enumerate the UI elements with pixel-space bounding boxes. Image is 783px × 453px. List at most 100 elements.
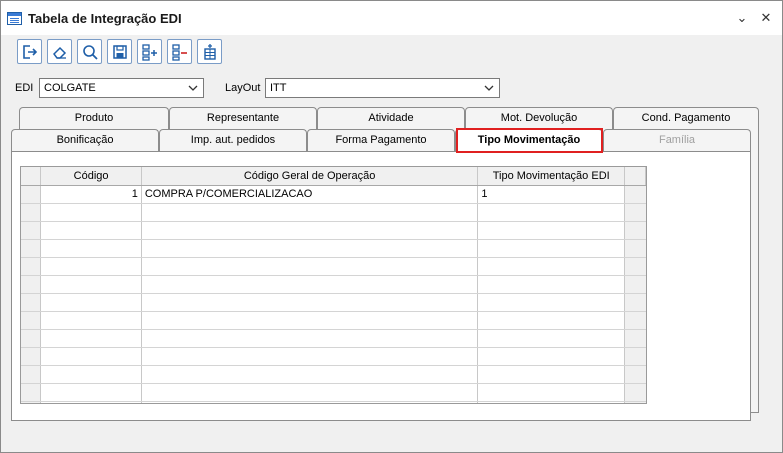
column-header-codigo-geral-operacao[interactable]: Código Geral de Operação — [141, 167, 479, 186]
empty-row[interactable] — [21, 365, 646, 384]
empty-row[interactable] — [21, 257, 646, 276]
cell-codigo-geral-operacao[interactable] — [141, 257, 479, 276]
tab-atividade[interactable]: Atividade — [317, 107, 465, 129]
cell-tipo-movimentacao-edi[interactable] — [477, 347, 626, 366]
tab-bonificacao[interactable]: Bonificação — [11, 129, 159, 151]
cell-codigo-geral-operacao[interactable] — [141, 221, 479, 240]
empty-row[interactable] — [21, 347, 646, 366]
empty-row[interactable] — [21, 311, 646, 330]
row-indicator[interactable] — [21, 239, 42, 258]
cell-tipo-movimentacao-edi[interactable] — [477, 221, 626, 240]
row-indicator[interactable] — [21, 293, 42, 312]
layout-select-value: ITT — [270, 82, 287, 94]
tab-forma-pagamento[interactable]: Forma Pagamento — [307, 129, 455, 151]
window-app-icon — [7, 12, 22, 25]
row-indicator[interactable] — [21, 311, 42, 330]
data-grid[interactable]: Código Código Geral de Operação Tipo Mov… — [20, 166, 647, 404]
cell-codigo-geral-operacao[interactable] — [141, 311, 479, 330]
cell-codigo[interactable] — [40, 383, 142, 402]
cell-codigo[interactable] — [40, 257, 142, 276]
cell-codigo[interactable] — [40, 239, 142, 258]
row-filler — [624, 347, 646, 366]
cell-tipo-movimentacao-edi[interactable] — [477, 257, 626, 276]
cell-tipo-movimentacao-edi[interactable] — [477, 275, 626, 294]
row-indicator[interactable] — [21, 383, 42, 402]
layout-select[interactable]: ITT — [265, 78, 500, 98]
cell-codigo[interactable] — [40, 311, 142, 330]
cell-codigo-geral-operacao[interactable] — [141, 401, 479, 403]
add-row-button[interactable] — [137, 39, 162, 64]
cell-codigo[interactable]: 1 — [40, 185, 142, 204]
cell-codigo-geral-operacao[interactable] — [141, 203, 479, 222]
search-button[interactable] — [77, 39, 102, 64]
cell-codigo[interactable] — [40, 401, 142, 403]
row-indicator[interactable] — [21, 257, 42, 276]
empty-row[interactable] — [21, 221, 646, 240]
empty-row[interactable] — [21, 203, 646, 222]
cell-codigo-geral-operacao[interactable] — [141, 293, 479, 312]
tab-produto[interactable]: Produto — [19, 107, 169, 129]
empty-row[interactable] — [21, 383, 646, 402]
cell-codigo-geral-operacao[interactable]: COMPRA P/COMERCIALIZACAO — [141, 185, 479, 204]
cell-codigo-geral-operacao[interactable] — [141, 365, 479, 384]
cell-codigo-geral-operacao[interactable] — [141, 383, 479, 402]
cell-tipo-movimentacao-edi[interactable]: 1 — [477, 185, 626, 204]
row-filler — [624, 203, 646, 222]
row-indicator[interactable] — [21, 185, 42, 204]
row-indicator[interactable] — [21, 329, 42, 348]
cell-codigo-geral-operacao[interactable] — [141, 239, 479, 258]
save-button[interactable] — [107, 39, 132, 64]
cell-tipo-movimentacao-edi[interactable] — [477, 365, 626, 384]
layout-label: LayOut — [225, 82, 261, 94]
cell-tipo-movimentacao-edi[interactable] — [477, 311, 626, 330]
empty-row[interactable] — [21, 401, 646, 403]
empty-row[interactable] — [21, 293, 646, 312]
cell-tipo-movimentacao-edi[interactable] — [477, 383, 626, 402]
edi-select[interactable]: COLGATE — [39, 78, 204, 98]
exit-button[interactable] — [17, 39, 42, 64]
row-filler — [624, 365, 646, 384]
empty-row[interactable] — [21, 275, 646, 294]
row-filler — [624, 239, 646, 258]
cell-codigo[interactable] — [40, 329, 142, 348]
cell-codigo[interactable] — [40, 221, 142, 240]
row-indicator[interactable] — [21, 347, 42, 366]
close-button[interactable]: ✕ — [757, 9, 775, 27]
cell-tipo-movimentacao-edi[interactable] — [477, 329, 626, 348]
empty-row[interactable] — [21, 239, 646, 258]
cell-tipo-movimentacao-edi[interactable] — [477, 293, 626, 312]
cell-codigo[interactable] — [40, 275, 142, 294]
column-header-codigo[interactable]: Código — [40, 167, 142, 186]
remove-row-button[interactable] — [167, 39, 192, 64]
grid-header-row: Código Código Geral de Operação Tipo Mov… — [21, 167, 646, 186]
cell-codigo[interactable] — [40, 347, 142, 366]
cell-codigo-geral-operacao[interactable] — [141, 329, 479, 348]
row-indicator-header — [21, 167, 42, 186]
row-indicator[interactable] — [21, 365, 42, 384]
cell-codigo[interactable] — [40, 293, 142, 312]
cell-tipo-movimentacao-edi[interactable] — [477, 203, 626, 222]
clear-button[interactable] — [47, 39, 72, 64]
tab-cond-pagamento[interactable]: Cond. Pagamento — [613, 107, 759, 129]
tab-representante[interactable]: Representante — [169, 107, 317, 129]
cell-codigo-geral-operacao[interactable] — [141, 347, 479, 366]
empty-row[interactable] — [21, 329, 646, 348]
insert-row-button[interactable] — [197, 39, 222, 64]
column-header-tipo-movimentacao-edi[interactable]: Tipo Movimentação EDI — [477, 167, 626, 186]
table-row[interactable]: 1 COMPRA P/COMERCIALIZACAO 1 — [21, 185, 646, 204]
cell-codigo[interactable] — [40, 365, 142, 384]
cell-codigo[interactable] — [40, 203, 142, 222]
tab-mot-devolucao[interactable]: Mot. Devolução — [465, 107, 613, 129]
row-filler — [624, 275, 646, 294]
search-icon — [83, 45, 98, 60]
tab-imp-aut-pedidos[interactable]: Imp. aut. pedidos — [159, 129, 307, 151]
row-indicator[interactable] — [21, 203, 42, 222]
cell-codigo-geral-operacao[interactable] — [141, 275, 479, 294]
row-indicator[interactable] — [21, 275, 42, 294]
title-bar: Tabela de Integração EDI ⌄ ✕ — [1, 1, 782, 35]
minimize-button[interactable]: ⌄ — [733, 9, 751, 27]
cell-tipo-movimentacao-edi[interactable] — [477, 239, 626, 258]
row-indicator[interactable] — [21, 221, 42, 240]
row-indicator[interactable] — [21, 401, 42, 403]
cell-tipo-movimentacao-edi[interactable] — [477, 401, 626, 403]
